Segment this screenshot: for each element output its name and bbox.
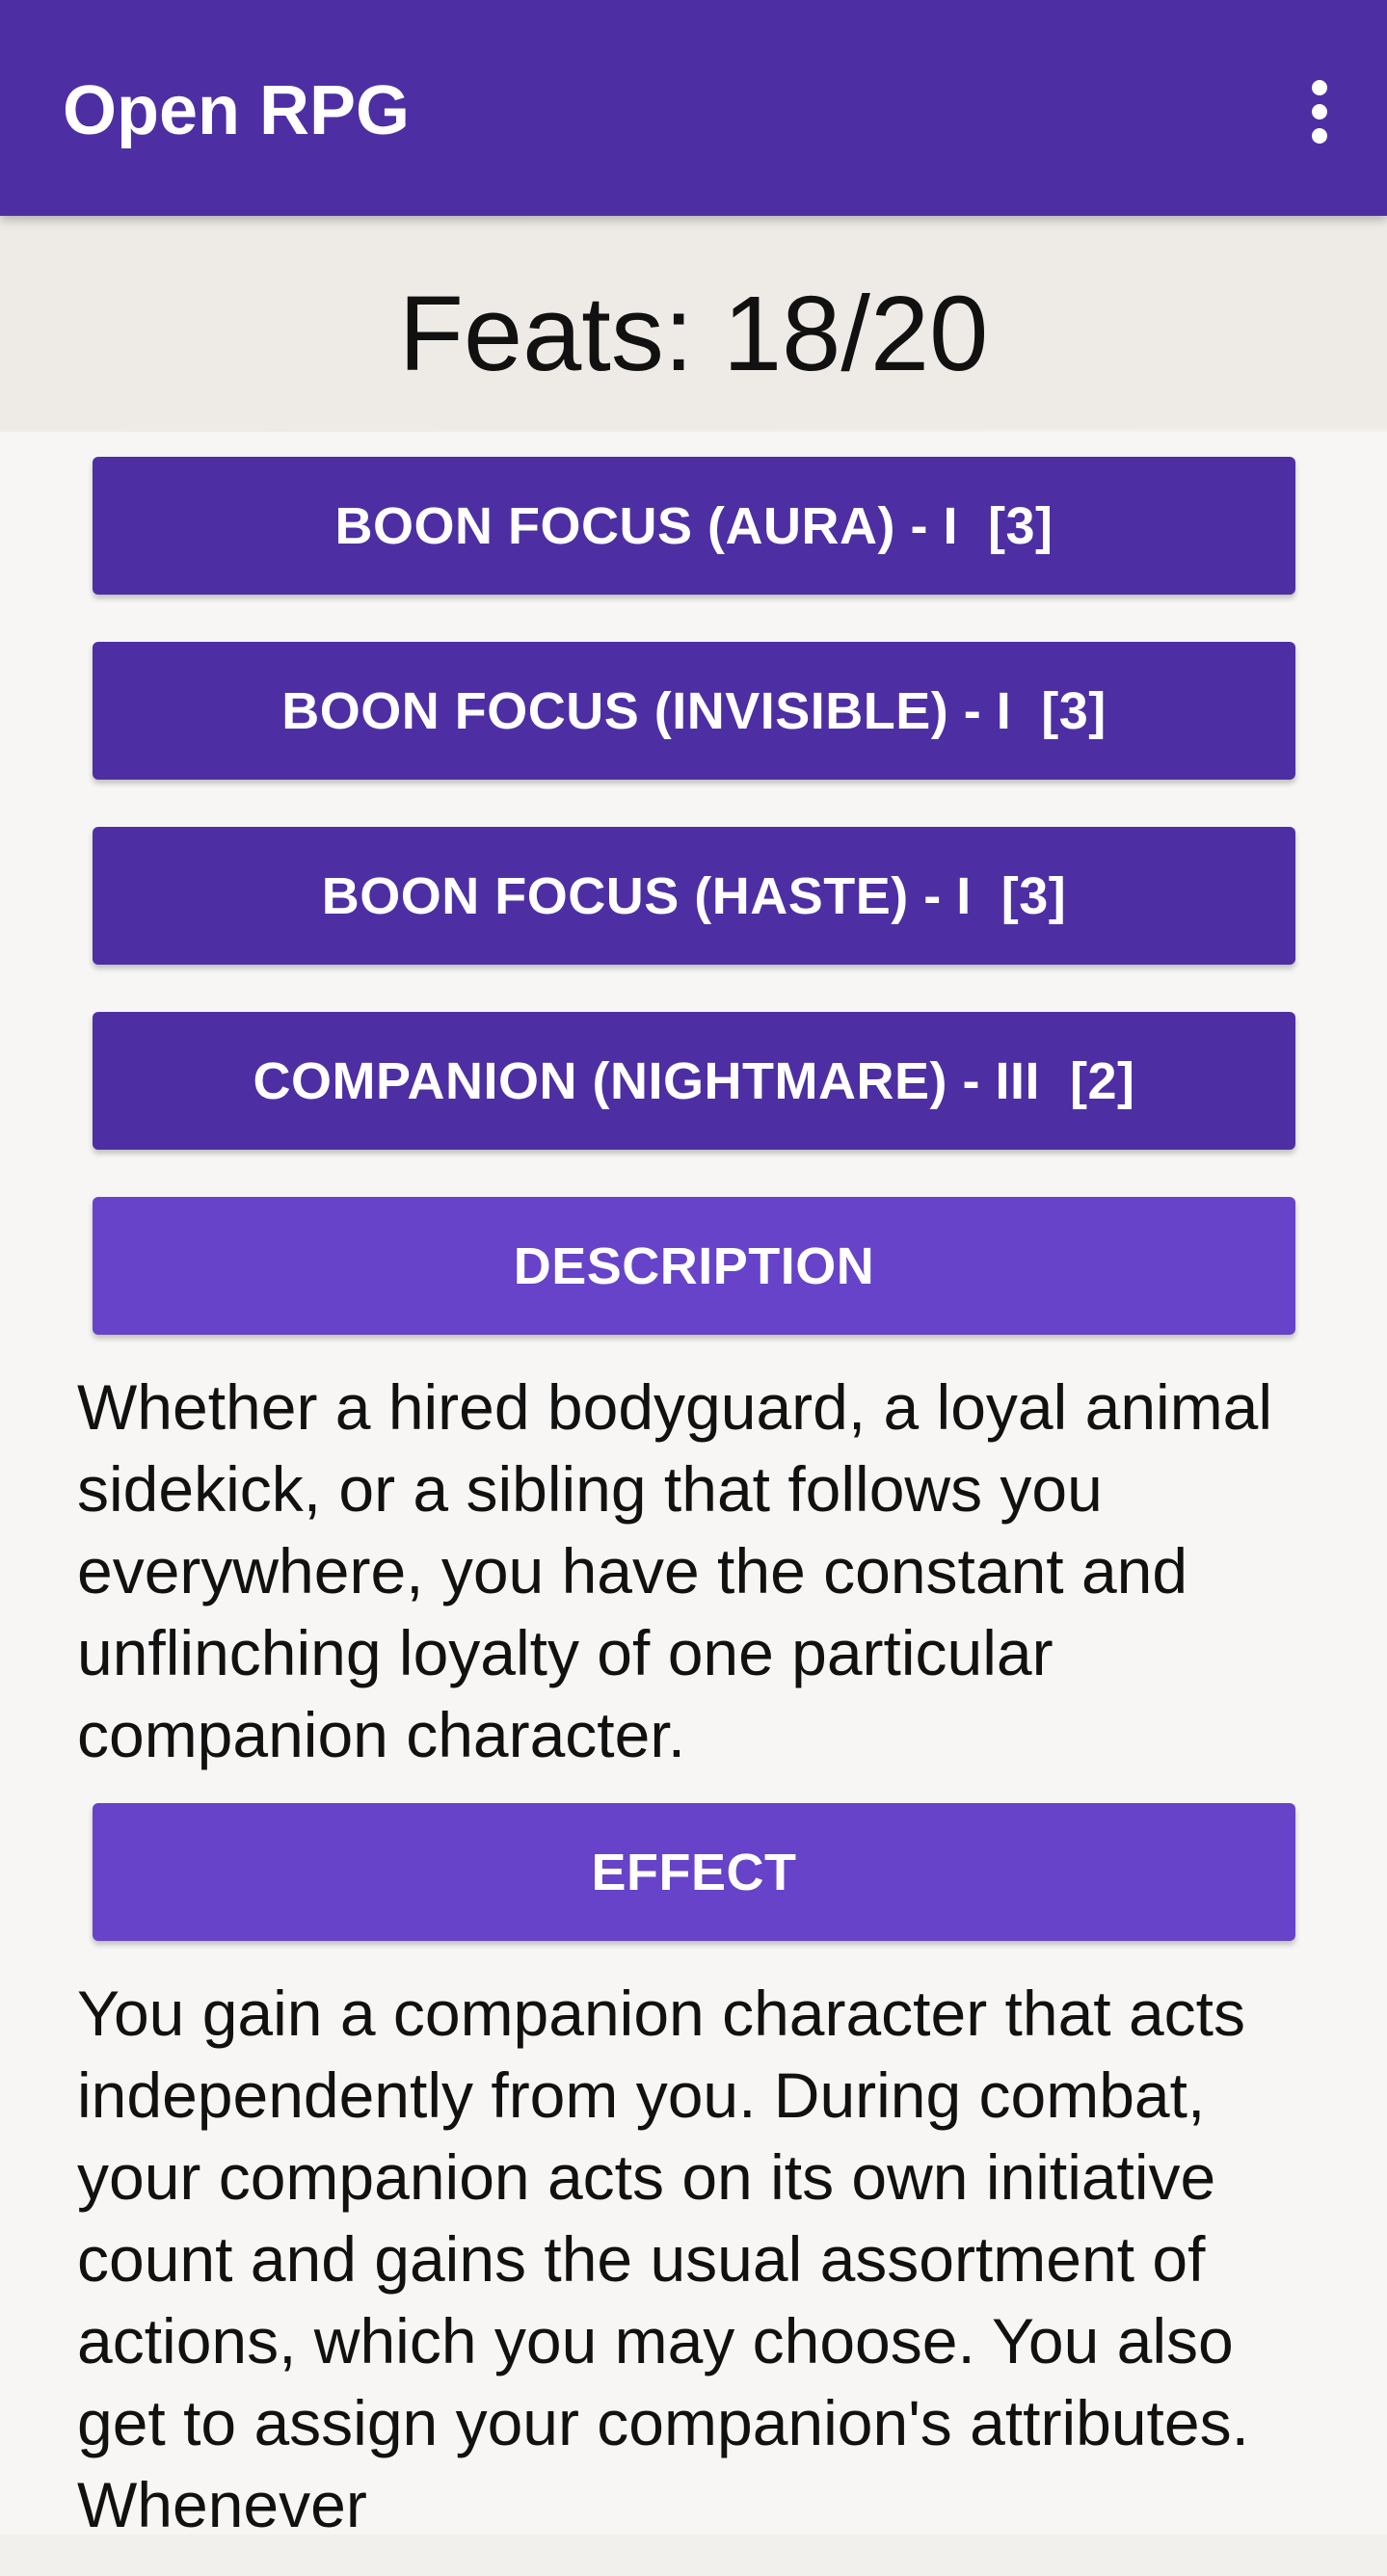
description-button[interactable]: DESCRIPTION — [93, 1197, 1295, 1335]
more-vert-icon[interactable] — [1281, 64, 1358, 160]
feat-button-boon-focus-invisible[interactable]: BOON FOCUS (INVISIBLE) - I [3] — [93, 642, 1295, 780]
overflow-dot — [1312, 128, 1327, 144]
feat-button-companion-nightmare[interactable]: COMPANION (NIGHTMARE) - III [2] — [93, 1012, 1295, 1150]
feats-count-title: Feats: 18/20 — [398, 275, 989, 393]
app-title: Open RPG — [63, 72, 411, 149]
effect-text: You gain a companion character that acts… — [77, 1978, 1249, 2540]
bottom-edge — [0, 2535, 1387, 2576]
effect-button[interactable]: EFFECT — [93, 1803, 1295, 1941]
feat-button-boon-focus-haste[interactable]: BOON FOCUS (HASTE) - I [3] — [93, 827, 1295, 965]
overflow-dot — [1312, 80, 1327, 95]
overflow-dot — [1312, 104, 1327, 120]
description-text: Whether a hired bodyguard, a loyal anima… — [77, 1371, 1273, 1770]
feat-button-boon-focus-aura[interactable]: BOON FOCUS (AURA) - I [3] — [93, 457, 1295, 595]
app-bar: Open RPG — [0, 0, 1387, 216]
